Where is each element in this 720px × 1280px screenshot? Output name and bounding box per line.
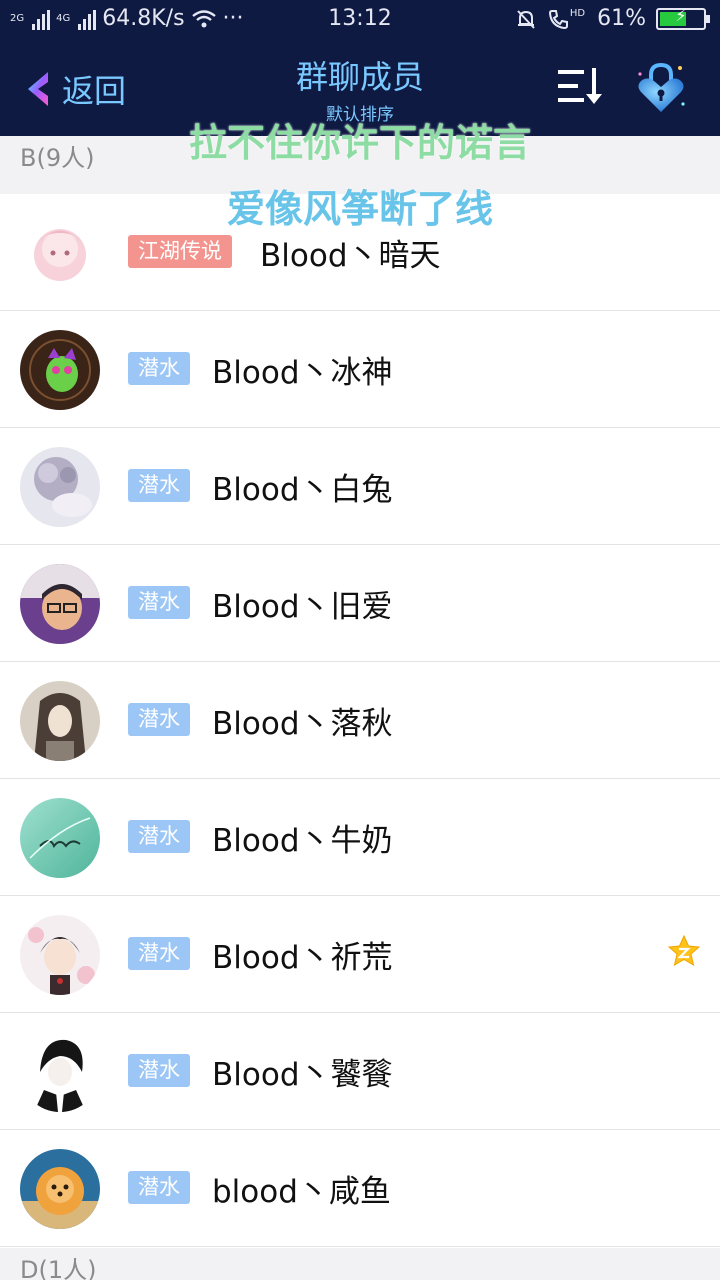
sort-button[interactable] (556, 66, 604, 110)
hd-label: HD (569, 7, 586, 19)
section-header-d: D(1人) (0, 1248, 720, 1280)
avatar[interactable] (20, 915, 100, 995)
member-badge: 潜水 (128, 352, 190, 385)
member-row[interactable]: 潜水 Blood丶旧爱 (0, 545, 720, 662)
page-title: 群聊成员 (295, 58, 424, 96)
member-name: Blood丶暗天 (260, 238, 441, 274)
member-badge: 江湖传说 (128, 235, 232, 268)
member-list: 江湖传说 Blood丶暗天 潜水 Blood丶冰神 潜水 Blood丶白兔 潜水… (0, 194, 720, 1247)
member-badge: 潜水 (128, 469, 190, 502)
member-name: Blood丶旧爱 (212, 589, 393, 625)
member-badge: 潜水 (128, 1171, 190, 1204)
member-name: Blood丶祈荒 (212, 940, 393, 976)
call-icon (548, 9, 568, 29)
member-row[interactable]: 潜水 Blood丶祈荒 (0, 896, 720, 1013)
lyric-line-2: 爱像风筝断了线 (226, 187, 493, 231)
member-name: Blood丶白兔 (212, 472, 393, 508)
member-row[interactable]: 潜水 Blood丶白兔 (0, 428, 720, 545)
avatar[interactable] (20, 1149, 100, 1229)
member-badge: 潜水 (128, 703, 190, 736)
battery-icon: ⚡ (656, 6, 710, 30)
member-badge: 潜水 (128, 586, 190, 619)
battery-percent: 61% (597, 6, 646, 31)
member-name: Blood丶饕餮 (212, 1057, 393, 1093)
member-name: blood丶咸鱼 (212, 1174, 391, 1210)
avatar[interactable] (20, 1032, 100, 1112)
vip-star-icon (667, 934, 701, 967)
avatar[interactable] (20, 798, 100, 878)
member-row[interactable]: 潜水 Blood丶冰神 (0, 311, 720, 428)
member-row[interactable]: 潜水 Blood丶饕餮 (0, 1013, 720, 1130)
member-row[interactable]: 潜水 Blood丶牛奶 (0, 779, 720, 896)
lock-button[interactable] (634, 60, 688, 120)
sort-icon (558, 68, 602, 104)
avatar[interactable] (20, 564, 100, 644)
member-name: Blood丶冰神 (212, 355, 393, 391)
member-row[interactable]: 潜水 Blood丶落秋 (0, 662, 720, 779)
member-badge: 潜水 (128, 820, 190, 853)
clock: 13:12 (328, 6, 392, 31)
status-bar: 2G 4G 64.8K/s ··· 13:12 HD 61% ⚡ (0, 0, 720, 38)
avatar[interactable] (20, 681, 100, 761)
member-name: Blood丶牛奶 (212, 823, 393, 859)
heart-lock-icon (638, 62, 685, 112)
member-name: Blood丶落秋 (212, 706, 393, 742)
avatar[interactable] (20, 447, 100, 527)
lyric-line-1: 拉不住你许下的诺言 (188, 121, 531, 165)
member-row[interactable]: 潜水 blood丶咸鱼 (0, 1130, 720, 1247)
member-badge: 潜水 (128, 937, 190, 970)
avatar[interactable] (20, 330, 100, 410)
member-badge: 潜水 (128, 1054, 190, 1087)
bell-mute-icon (517, 9, 535, 29)
